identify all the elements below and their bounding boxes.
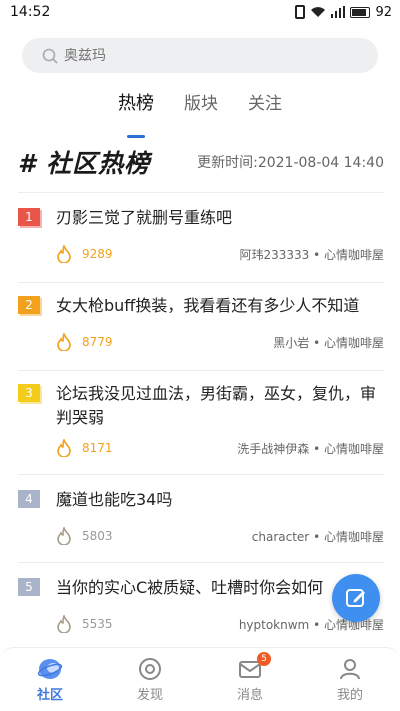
status-icons: 92	[295, 5, 392, 20]
divider	[18, 474, 384, 475]
flame-icon	[57, 615, 71, 633]
update-time: 更新时间:2021-08-04 14:40	[197, 152, 384, 172]
author-name[interactable]: 阿玮233333	[239, 248, 309, 262]
edit-icon	[346, 589, 365, 607]
board-name[interactable]: 心情咖啡屋	[324, 248, 384, 262]
post-meta: 8779 黑小岩 • 心情咖啡屋	[56, 332, 384, 352]
separator: •	[313, 335, 321, 350]
rank-badge: 5	[18, 578, 40, 596]
battery-icon	[350, 6, 371, 18]
divider	[18, 192, 384, 193]
flame-icon	[57, 439, 71, 457]
post-title[interactable]: 论坛我没见过血法，男街霸，巫女，复仇，审判哭弱	[56, 382, 384, 430]
author-name[interactable]: hyptoknwm	[239, 618, 309, 632]
rank-badge: 4	[18, 490, 40, 508]
nav-label: 发现	[136, 688, 163, 703]
discover-icon	[139, 658, 161, 680]
search-icon	[42, 48, 58, 64]
heat: 5803	[56, 527, 113, 545]
nav-profile[interactable]: 我的	[315, 656, 385, 703]
wifi-icon	[311, 7, 326, 17]
heat-count: 9289	[82, 247, 113, 261]
tab-following[interactable]: 关注	[244, 90, 286, 130]
board-name[interactable]: 心情咖啡屋	[324, 336, 384, 350]
nav-messages[interactable]: 5 消息	[215, 652, 285, 703]
author-name[interactable]: 黑小岩	[273, 336, 309, 350]
separator: •	[313, 617, 321, 632]
battery-level: 92	[375, 4, 392, 20]
nav-community[interactable]: 社区	[15, 656, 85, 703]
post-source: 洗手战神伊森 • 心情咖啡屋	[237, 440, 384, 457]
post-title[interactable]: 女大枪buff换装，我看看还有多少人不知道	[56, 294, 384, 318]
vibrate-icon	[295, 5, 306, 19]
status-time: 14:52	[10, 4, 51, 20]
heat: 9289	[56, 245, 113, 263]
compose-button[interactable]	[332, 574, 380, 622]
nav-label: 我的	[336, 688, 363, 703]
bottom-nav: 社区 发现 5 消息 我的	[0, 647, 400, 711]
board-name[interactable]: 心情咖啡屋	[324, 442, 384, 456]
status-bar: 14:52 92	[0, 0, 400, 24]
board-name[interactable]: 心情咖啡屋	[324, 530, 384, 544]
heat-count: 5535	[82, 617, 113, 631]
post-meta: 5803 character • 心情咖啡屋	[56, 526, 384, 546]
divider	[18, 370, 384, 371]
post-item[interactable]: 1 刃影三觉了就删号重练吧 9289 阿玮233333 • 心情咖啡屋	[18, 206, 384, 276]
post-title[interactable]: 刃影三觉了就删号重练吧	[56, 206, 384, 230]
search-input[interactable]	[64, 47, 344, 64]
post-item[interactable]: 5 当你的实心C被质疑、吐槽时你会如何 5535 hyptoknwm • 心情咖…	[18, 576, 384, 636]
post-meta: 9289 阿玮233333 • 心情咖啡屋	[56, 244, 384, 264]
tab-boards[interactable]: 版块	[180, 90, 222, 130]
heat: 8779	[56, 333, 113, 351]
post-title[interactable]: 魔道也能吃34吗	[56, 488, 384, 512]
signal-icon	[331, 6, 346, 18]
profile-icon	[340, 659, 360, 680]
board-title: # 社区热榜	[18, 149, 151, 178]
post-source: character • 心情咖啡屋	[252, 528, 384, 545]
flame-icon	[57, 527, 71, 545]
post-item[interactable]: 4 魔道也能吃34吗 5803 character • 心情咖啡屋	[18, 488, 384, 558]
nav-discover[interactable]: 发现	[115, 656, 185, 703]
post-source: 阿玮233333 • 心情咖啡屋	[239, 246, 384, 263]
post-item[interactable]: 2 女大枪buff换装，我看看还有多少人不知道 8779 黑小岩 • 心情咖啡屋	[18, 294, 384, 364]
post-title[interactable]: 当你的实心C被质疑、吐槽时你会如何	[56, 576, 346, 600]
post-meta: 5535 hyptoknwm • 心情咖啡屋	[56, 614, 384, 634]
heat: 8171	[56, 439, 113, 457]
update-label: 更新时间:	[197, 155, 258, 171]
rank-badge: 2	[18, 296, 40, 314]
separator: •	[313, 529, 321, 544]
heat: 5535	[56, 615, 113, 633]
author-name[interactable]: character	[252, 530, 309, 544]
heat-count: 5803	[82, 529, 113, 543]
board-header: # 社区热榜 更新时间:2021-08-04 14:40	[18, 142, 384, 182]
heat-count: 8171	[82, 441, 113, 455]
rank-badge: 1	[18, 208, 40, 226]
update-time-value: 2021-08-04 14:40	[257, 155, 384, 171]
top-tabs: 热榜 版块 关注	[0, 90, 400, 130]
post-item[interactable]: 3 论坛我没见过血法，男街霸，巫女，复仇，审判哭弱 8171 洗手战神伊森 • …	[18, 382, 384, 462]
flame-icon	[57, 245, 71, 263]
flame-icon	[57, 333, 71, 351]
nav-label: 消息	[236, 688, 263, 703]
nav-label: 社区	[36, 688, 63, 703]
heat-count: 8779	[82, 335, 113, 349]
separator: •	[313, 441, 321, 456]
tab-hot[interactable]: 热榜	[114, 90, 158, 130]
community-icon	[37, 659, 63, 679]
author-name[interactable]: 洗手战神伊森	[237, 442, 309, 456]
search-bar[interactable]	[22, 38, 378, 73]
separator: •	[313, 247, 321, 262]
divider	[18, 282, 384, 283]
post-meta: 8171 洗手战神伊森 • 心情咖啡屋	[56, 438, 384, 458]
rank-badge: 3	[18, 384, 40, 402]
divider	[18, 562, 384, 563]
post-source: 黑小岩 • 心情咖啡屋	[273, 334, 384, 351]
unread-badge: 5	[257, 652, 271, 666]
